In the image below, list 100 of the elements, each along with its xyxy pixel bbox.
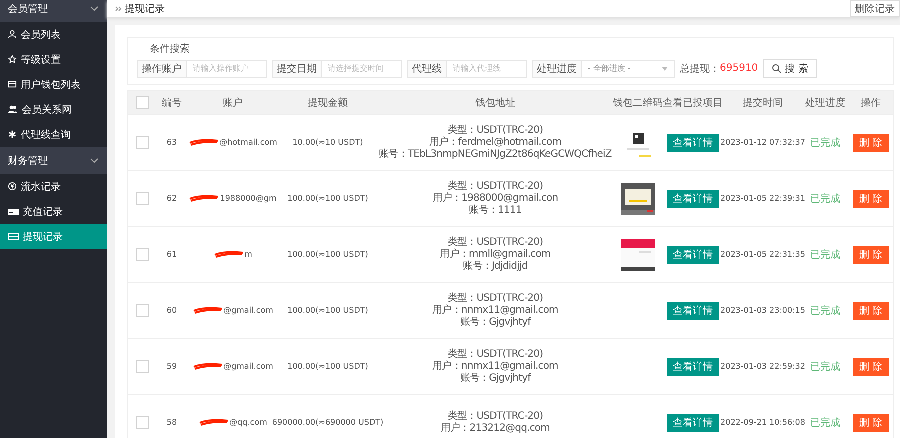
id-cell: 60 xyxy=(166,306,178,315)
redaction-scribble xyxy=(192,362,223,370)
yen-coin-icon xyxy=(8,182,17,191)
wallet-line: 账号：1111 xyxy=(469,204,522,216)
wallet-line: 用户：mmll@gmail.com xyxy=(440,248,551,260)
time-cell: 2023-01-05 22:31:35 xyxy=(720,250,806,259)
account-cell: m xyxy=(244,250,252,259)
delete-button[interactable]: 删 除 xyxy=(853,134,889,152)
wallet-line: 类型：USDT(TRC-20) xyxy=(448,348,544,360)
view-details-button[interactable]: 查看详情 xyxy=(667,414,719,432)
time-cell: 2023-01-03 22:59:32 xyxy=(720,362,806,371)
account-cell: @hotmail.com xyxy=(220,138,278,147)
input-field[interactable]: 请输入操作账户 xyxy=(187,60,267,78)
wallet-line: 账号：TEbL3nmpNEGmiNJgZ2t86qKeGCWQCfheiZ xyxy=(379,148,612,160)
wallet-line: 用户：ferdmel@hotmail.com xyxy=(429,136,562,148)
checkbox[interactable] xyxy=(136,192,148,205)
delete-button[interactable]: 删 除 xyxy=(853,358,889,376)
view-details-button[interactable]: 查看详情 xyxy=(667,246,719,264)
wallet-line: 账号：Gjgvjhtyf xyxy=(460,316,531,328)
column-header: 钱包地址 xyxy=(474,96,516,110)
status-text: 已完成 xyxy=(810,248,840,262)
column-header: 钱包二维码 xyxy=(613,96,663,110)
delete-button[interactable]: 删 除 xyxy=(853,190,889,208)
redaction-scribble xyxy=(192,306,223,314)
amount-cell: 100.00(≈100 USDT) xyxy=(288,362,368,371)
menu-group-header[interactable]: 财务管理 xyxy=(0,147,107,174)
account-cell: @gmail.com xyxy=(224,362,274,371)
column-header: 提现金额 xyxy=(307,96,349,110)
id-cell: 63 xyxy=(166,138,178,147)
field-label: 提交日期 xyxy=(272,60,322,78)
wallet-line: 用户：nnmx11@gmail.com xyxy=(432,304,558,316)
checkbox[interactable] xyxy=(136,96,148,109)
amount-cell: 100.00(≈100 USDT) xyxy=(288,250,368,259)
id-cell: 61 xyxy=(166,250,178,259)
star-icon xyxy=(8,55,17,64)
wallet-line: 类型：USDT(TRC-20) xyxy=(448,236,544,248)
column-header: 操作 xyxy=(860,96,882,110)
amount-cell: 10.00(≈10 USDT) xyxy=(292,138,364,147)
double-chevron-icon xyxy=(115,6,122,12)
delete-button[interactable]: 删 除 xyxy=(853,414,889,432)
search-icon xyxy=(772,64,782,74)
time-cell: 2023-01-03 23:00:15 xyxy=(720,306,806,315)
column-header: 编号 xyxy=(161,96,183,110)
column-header: 查看已投项目 xyxy=(663,96,723,110)
wallet-line: 用户：1988000@gmail.con xyxy=(432,192,558,204)
card-icon xyxy=(8,208,19,216)
status-text: 已完成 xyxy=(810,360,840,374)
wallet-line: 用户：nnmx11@gmail.com xyxy=(432,360,558,372)
column-header: 处理进度 xyxy=(804,96,846,110)
status-dropdown[interactable]: - 全部进度 - xyxy=(582,60,675,78)
wallet-line: 类型：USDT(TRC-20) xyxy=(448,292,544,304)
input-field[interactable]: 请选择提交时间 xyxy=(322,60,402,78)
wallet-line: 账号：Jdjdidjjd xyxy=(463,260,528,272)
delete-button[interactable]: 删 除 xyxy=(853,246,889,264)
view-details-button[interactable]: 查看详情 xyxy=(667,134,719,152)
account-cell: @gmail.com xyxy=(224,306,274,315)
menu-group-header[interactable]: 会员管理 xyxy=(0,0,107,22)
column-header: 提交时间 xyxy=(742,96,784,110)
view-details-button[interactable]: 查看详情 xyxy=(667,358,719,376)
time-cell: 2022-09-21 10:56:08 xyxy=(720,418,806,427)
time-cell: 2023-01-05 22:39:31 xyxy=(720,194,806,203)
id-cell: 59 xyxy=(166,362,178,371)
account-cell: @qq.com xyxy=(230,418,268,427)
amount-cell: 690000.00(≈690000 USDT) xyxy=(272,418,384,427)
total-value: 695910 xyxy=(720,63,758,74)
time-cell: 2023-01-12 07:32:37 xyxy=(720,138,806,147)
status-text: 已完成 xyxy=(810,136,840,150)
checkbox[interactable] xyxy=(136,248,148,261)
field-label: 代理线 xyxy=(407,60,447,78)
search-button[interactable]: 搜 索 xyxy=(763,59,818,78)
field-label: 处理进度 xyxy=(532,60,582,78)
user-icon xyxy=(8,30,17,39)
status-text: 已完成 xyxy=(810,416,840,430)
card-icon xyxy=(8,80,17,89)
checkbox[interactable] xyxy=(136,304,148,317)
view-details-button[interactable]: 查看详情 xyxy=(667,190,719,208)
redaction-scribble xyxy=(214,250,244,258)
checkbox[interactable] xyxy=(136,416,148,429)
wallet-line: 类型：USDT(TRC-20) xyxy=(448,180,544,192)
delete-button[interactable]: 删 除 xyxy=(853,302,889,320)
breadcrumb: 提现记录 xyxy=(125,2,165,16)
redaction-scribble xyxy=(188,138,219,146)
checkbox[interactable] xyxy=(136,136,148,149)
checkbox[interactable] xyxy=(136,360,148,373)
chevron-icon xyxy=(90,158,99,164)
asterisk-icon xyxy=(8,130,17,139)
amount-cell: 100.00(≈100 USDT) xyxy=(288,194,368,203)
sidebar-item[interactable]: 提现记录 xyxy=(0,224,107,249)
delete-records-button[interactable]: 删除记录 xyxy=(850,0,900,17)
chevron-icon xyxy=(90,6,99,12)
input-field[interactable]: 请输入代理线 xyxy=(447,60,527,78)
status-text: 已完成 xyxy=(810,192,840,206)
field-label: 操作账户 xyxy=(137,60,187,78)
account-cell: 1988000@gm xyxy=(220,194,277,203)
users-icon xyxy=(8,105,18,114)
column-header: 账户 xyxy=(222,96,244,110)
redaction-scribble xyxy=(198,418,229,426)
amount-cell: 100.00(≈100 USDT) xyxy=(288,306,368,315)
view-details-button[interactable]: 查看详情 xyxy=(667,302,719,320)
wallet-line: 类型：USDT(TRC-20) xyxy=(448,124,544,136)
